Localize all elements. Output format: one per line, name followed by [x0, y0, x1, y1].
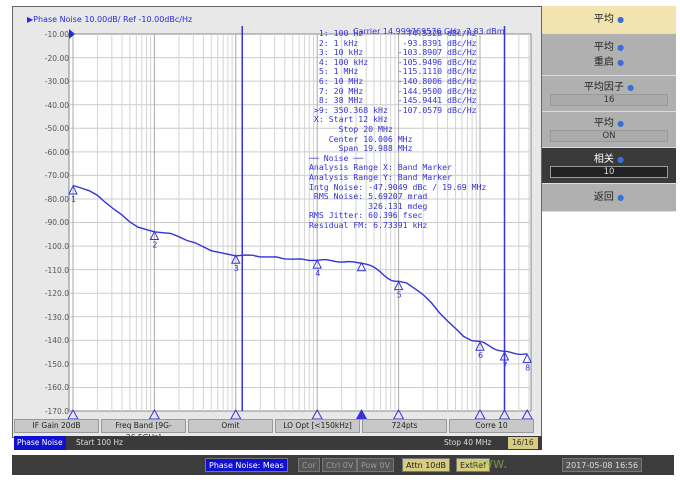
- mode-label[interactable]: Phase Noise: [14, 436, 66, 450]
- measurement-screen: 1 2 3 4 5 6 7 8 ▶Phase Noise 10.00dB/ Ref -10.0…: [12, 6, 542, 438]
- y-tick-label: -90.00: [44, 218, 69, 228]
- system-status-item[interactable]: Phase Noise: Meas: [205, 458, 288, 472]
- system-status-item: Cor: [298, 458, 320, 472]
- softkey-label: 平均因子: [583, 82, 624, 93]
- average-state-value[interactable]: ON: [550, 130, 668, 142]
- marker-number: 1: [71, 195, 76, 204]
- y-tick-label: -150.0: [44, 359, 69, 369]
- info-icon: ●: [617, 43, 625, 52]
- softkey-average-restart[interactable]: 平均 ● 重启 ●: [542, 36, 676, 76]
- softkey-label: 平均: [593, 14, 614, 25]
- y-tick-label: -40.00: [44, 100, 69, 110]
- status-cell: IF Gain 20dB: [14, 419, 99, 433]
- softkey-correlation[interactable]: 相关 ● 10: [542, 148, 676, 184]
- softkey-label: 平均: [593, 118, 614, 129]
- marker-table: 1: 100 Hz -74.5328 dBc/Hz 2: 1 kHz -93.8…: [309, 28, 486, 230]
- info-icon: ●: [617, 119, 625, 128]
- y-tick-label: -140.0: [44, 336, 69, 346]
- softkey-label: 相关: [593, 154, 614, 165]
- system-status-bar: Phase Noise: Meas Cor Ctrl 0V Pow 0V Attn 10…: [12, 455, 674, 475]
- marker-number: 6: [478, 351, 483, 360]
- info-icon: ●: [627, 83, 635, 92]
- info-icon: ●: [617, 15, 625, 24]
- y-tick-label: -60.00: [44, 147, 69, 157]
- trace-title: ▶Phase Noise 10.00dB/ Ref -10.00dBc/Hz: [27, 15, 193, 24]
- y-tick-label: -50.00: [44, 124, 69, 134]
- y-tick-label: -20.00: [44, 53, 69, 63]
- system-status-item: Pow 0V: [357, 458, 395, 472]
- info-icon: ●: [617, 58, 625, 67]
- start-freq: Start 100 Hz: [76, 438, 123, 447]
- y-tick-label: -100.0: [44, 242, 69, 252]
- status-cell: 724pts: [362, 419, 447, 433]
- status-cell: Freq Band [9G-26.5GHz]: [101, 419, 186, 442]
- y-tick-label: -170.0: [44, 406, 69, 416]
- y-tick-label: -120.0: [44, 289, 69, 299]
- marker-number: 4: [315, 269, 320, 278]
- marker-number: 3: [234, 264, 239, 273]
- marker-number: 2: [152, 241, 157, 250]
- average-factor-value[interactable]: 16: [550, 94, 668, 106]
- y-tick-label: -30.00: [44, 77, 69, 87]
- info-icon: ●: [617, 193, 625, 202]
- system-status-item: 2017-05-08 16:56: [562, 458, 643, 472]
- status-cell: Omit: [188, 419, 273, 433]
- softkey-average-factor[interactable]: 平均因子 ● 16: [542, 76, 676, 112]
- softkey-back[interactable]: 返回 ●: [542, 184, 676, 212]
- correlation-value[interactable]: 10: [550, 166, 668, 178]
- marker-number: 5: [397, 291, 402, 300]
- softkey-panel: 平均 ● 平均 ● 重启 ● 平均因子 ● 16 平均 ● ON 相关 ● 10 返回 …: [542, 6, 676, 212]
- y-tick-label: -80.00: [44, 194, 69, 204]
- y-tick-label: -160.0: [44, 383, 69, 393]
- system-status-item: Attn 10dB: [402, 458, 450, 472]
- average-count: 16/16: [508, 437, 538, 449]
- info-icon: ●: [617, 155, 625, 164]
- sweep-bar: Phase Noise Start 100 Hz Stop 40 MHz 16/…: [14, 436, 542, 450]
- y-tick-label: -110.0: [44, 265, 69, 275]
- stop-freq: Stop 40 MHz: [444, 438, 492, 447]
- settings-status-row: IF Gain 20dBFreq Band [9G-26.5GHz]OmitLO…: [14, 419, 534, 442]
- softkey-label: 平均: [593, 42, 614, 53]
- softkey-average-toggle[interactable]: 平均 ● ON: [542, 112, 676, 148]
- softkey-label: 重启: [593, 57, 614, 68]
- system-status-item: Ctrl 0V: [322, 458, 358, 472]
- marker-number: 7: [502, 361, 507, 370]
- marker-number: 8: [525, 363, 530, 372]
- watermark: www.: [470, 456, 508, 472]
- status-cell: LO Opt [<150kHz]: [275, 419, 360, 433]
- y-tick-label: -130.0: [44, 312, 69, 322]
- softkey-average-title[interactable]: 平均 ●: [542, 6, 676, 34]
- y-tick-label: -10.00: [44, 30, 69, 39]
- softkey-label: 返回: [593, 192, 614, 203]
- status-cell: Corre 10: [449, 419, 534, 433]
- readout-line: Residual FM: 6.73391 kHz: [309, 219, 428, 230]
- y-tick-label: -70.00: [44, 171, 69, 181]
